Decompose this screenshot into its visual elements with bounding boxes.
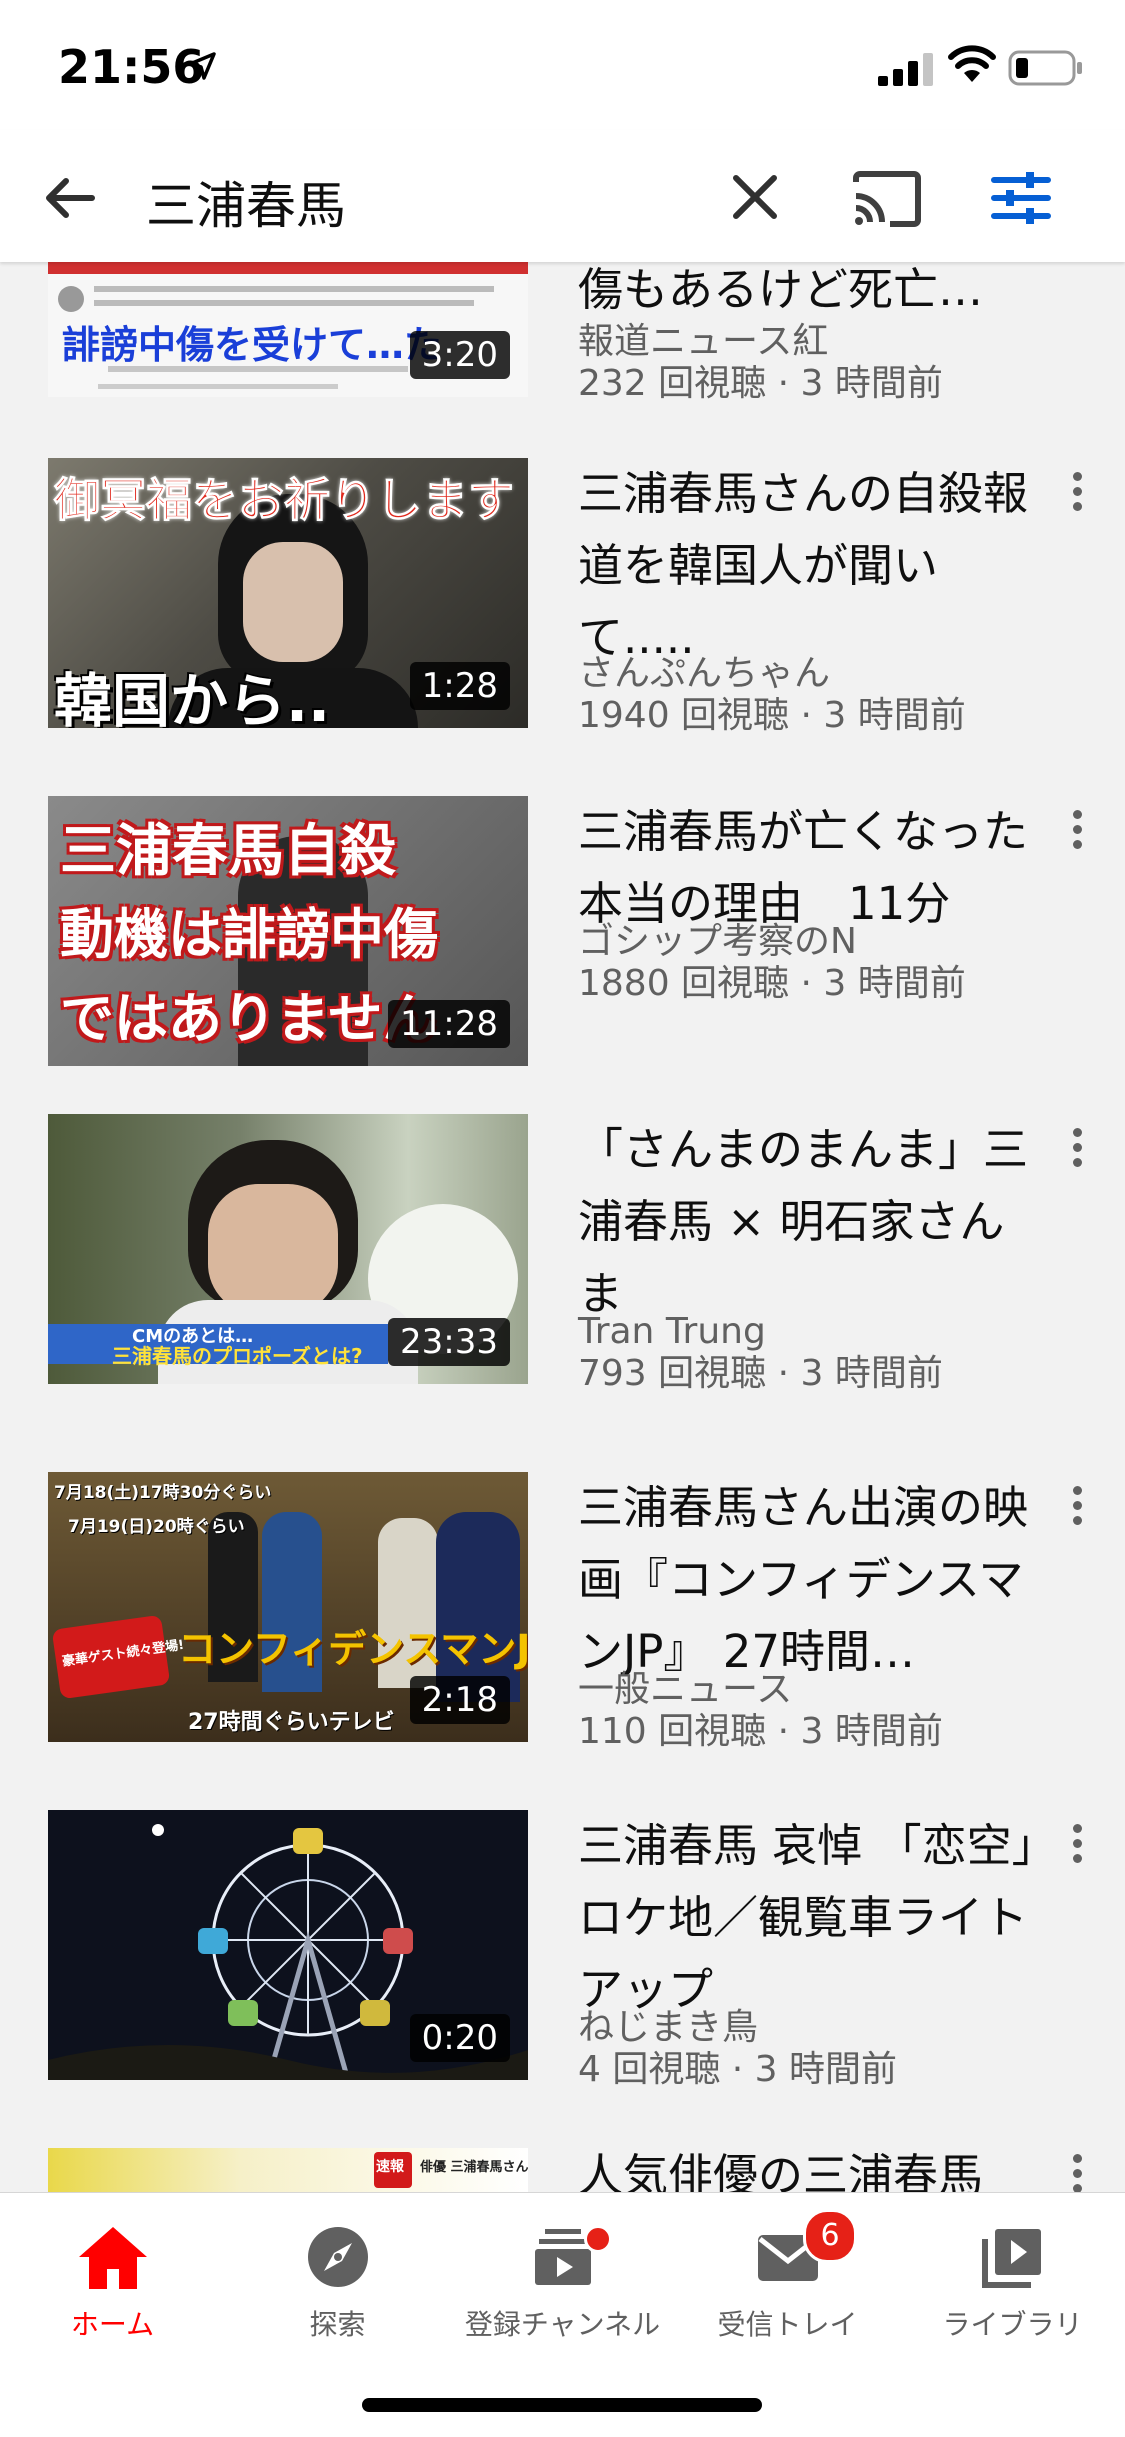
video-title[interactable]: 三浦春馬さんの自殺報道を韓国人が聞いて..... — [578, 458, 1038, 674]
status-time: 21:56 — [58, 40, 205, 94]
video-duration: 1:28 — [409, 662, 510, 710]
video-channel: Tran Trung — [578, 1311, 766, 1352]
video-title[interactable]: 三浦春馬さん出演の映画『コンフィデンスマンJP』 27時間… — [578, 1472, 1038, 1688]
video-item[interactable]: 0:20 三浦春馬 哀悼 「恋空」ロケ地／観覧車ライトアップ ねじまき鳥 4 回… — [0, 1810, 1125, 2100]
thumbnail-caption: 御冥福をお祈りします — [54, 473, 515, 528]
video-thumbnail[interactable]: 0:20 — [48, 1810, 528, 2080]
back-arrow-icon[interactable] — [40, 168, 100, 228]
location-arrow-icon — [188, 52, 216, 80]
cellular-signal-icon — [878, 53, 933, 86]
video-stats: 110 回視聴 · 3 時間前 — [578, 1711, 943, 1752]
nav-explore[interactable]: 探索 — [225, 2217, 450, 2343]
video-thumbnail[interactable]: 三浦春馬自殺 動機は誹謗中傷 ではありません 11:28 — [48, 796, 528, 1066]
explore-icon — [307, 2227, 368, 2287]
thumbnail-caption: 7月19(日)20時ぐらい — [68, 1517, 245, 1537]
video-title[interactable]: 傷もあるけど死亡… — [578, 262, 1038, 326]
thumbnail-caption: ではありません — [60, 987, 437, 1050]
video-channel: 報道ニュース紅 — [578, 321, 829, 362]
video-stats: 4 回視聴 · 3 時間前 — [578, 2049, 898, 2090]
thumbnail-caption: 三浦春馬のプロポーズとは? — [112, 1344, 363, 1368]
video-duration: 2:18 — [409, 1676, 510, 1724]
more-options-icon[interactable] — [1062, 466, 1092, 526]
video-channel: さんぷんちゃん — [578, 653, 831, 694]
video-title[interactable]: 三浦春馬が亡くなった本当の理由 11分 — [578, 796, 1038, 940]
home-icon — [78, 2227, 147, 2289]
wifi-icon — [948, 45, 996, 82]
search-query[interactable]: 三浦春馬 — [146, 166, 346, 238]
video-thumbnail[interactable]: 7月18(土)17時30分ぐらい 7月19(日)20時ぐらい コンフィデンスマン… — [48, 1472, 528, 1742]
video-title[interactable]: 人気俳優の三浦春馬 — [578, 2140, 1038, 2192]
video-item[interactable]: 御冥福をお祈りします 韓国から.. 1:28 三浦春馬さんの自殺報道を韓国人が聞… — [0, 458, 1125, 748]
new-content-dot — [584, 2225, 612, 2253]
nav-label: 受信トレイ — [717, 2308, 858, 2341]
status-bar: 21:56 — [0, 0, 1125, 130]
thumbnail-caption: 速報 — [376, 2159, 404, 2175]
cast-icon[interactable] — [852, 170, 922, 228]
thumbnail-caption: 7月18(土)17時30分ぐらい — [54, 1483, 272, 1503]
nav-label: ライブラリ — [942, 2308, 1083, 2341]
home-indicator[interactable] — [362, 2398, 762, 2412]
video-thumbnail[interactable]: 御冥福をお祈りします 韓国から.. 1:28 — [48, 458, 528, 728]
inbox-badge: 6 — [803, 2209, 857, 2263]
thumbnail-caption: 豪華ゲスト続々登場! — [61, 1637, 186, 1670]
video-thumbnail[interactable]: 速報 俳優 三浦春馬さん(30)死亡 — [48, 2148, 528, 2192]
thumbnail-caption: 27時間ぐらいテレビ — [188, 1710, 395, 1735]
video-item[interactable]: 誹謗中傷を受けて…た 3:20 傷もあるけど死亡… 報道ニュース紅 232 回視… — [0, 262, 1125, 422]
thumbnail-caption: 韓国から.. — [54, 667, 331, 728]
nav-label: ホーム — [70, 2308, 155, 2341]
library-icon — [981, 2229, 1041, 2288]
video-stats: 1940 回視聴 · 3 時間前 — [578, 695, 966, 736]
video-duration: 23:33 — [388, 1318, 510, 1366]
nav-subscriptions[interactable]: 登録チャンネル — [450, 2217, 675, 2343]
video-channel: ゴシップ考察のN — [578, 921, 857, 962]
video-item[interactable]: CMのあとは… 三浦春馬のプロポーズとは? 23:33 「さんまのまんま」三浦春… — [0, 1114, 1125, 1404]
video-stats: 232 回視聴 · 3 時間前 — [578, 363, 943, 404]
thumbnail-caption: 動機は誹謗中傷 — [60, 903, 438, 966]
clear-search-icon[interactable] — [730, 172, 780, 222]
video-duration: 3:20 — [409, 331, 510, 379]
nav-inbox[interactable]: 6 受信トレイ — [675, 2209, 900, 2343]
video-stats: 1880 回視聴 · 3 時間前 — [578, 963, 966, 1004]
more-options-icon[interactable] — [1062, 1818, 1092, 1878]
search-header: 三浦春馬 — [0, 130, 1125, 262]
video-item[interactable]: 7月18(土)17時30分ぐらい 7月19(日)20時ぐらい コンフィデンスマン… — [0, 1472, 1125, 1762]
battery-icon — [1008, 50, 1082, 86]
thumbnail-caption: 三浦春馬自殺 — [60, 819, 396, 884]
nav-library[interactable]: ライブラリ — [900, 2217, 1125, 2343]
video-channel: ねじまき鳥 — [578, 2007, 759, 2048]
video-duration: 11:28 — [388, 1000, 510, 1048]
more-options-icon[interactable] — [1062, 1122, 1092, 1182]
search-results-list: 誹謗中傷を受けて…た 3:20 傷もあるけど死亡… 報道ニュース紅 232 回視… — [0, 262, 1125, 2192]
video-thumbnail[interactable]: CMのあとは… 三浦春馬のプロポーズとは? 23:33 — [48, 1114, 528, 1384]
more-options-icon[interactable] — [1062, 804, 1092, 864]
more-options-icon[interactable] — [1062, 2148, 1092, 2192]
video-duration: 0:20 — [409, 2014, 510, 2062]
video-item[interactable]: 速報 俳優 三浦春馬さん(30)死亡 人気俳優の三浦春馬 — [0, 2148, 1125, 2192]
thumbnail-caption: コンフィデンスマンJP — [178, 1627, 528, 1671]
more-options-icon[interactable] — [1062, 1480, 1092, 1540]
video-title[interactable]: 三浦春馬 哀悼 「恋空」ロケ地／観覧車ライトアップ — [578, 1810, 1038, 2026]
video-stats: 793 回視聴 · 3 時間前 — [578, 1353, 943, 1394]
nav-label: 登録チャンネル — [464, 2308, 661, 2341]
filter-icon[interactable] — [990, 170, 1052, 226]
video-thumbnail[interactable]: 誹謗中傷を受けて…た 3:20 — [48, 262, 528, 397]
nav-home[interactable]: ホーム — [0, 2217, 225, 2343]
nav-label: 探索 — [309, 2308, 366, 2341]
video-channel: 一般ニュース — [578, 1669, 793, 1710]
video-item[interactable]: 三浦春馬自殺 動機は誹謗中傷 ではありません 11:28 三浦春馬が亡くなった本… — [0, 796, 1125, 1086]
video-title[interactable]: 「さんまのまんま」三浦春馬 × 明石家さんま — [578, 1114, 1038, 1330]
thumbnail-caption: 俳優 三浦春馬さん(30)死亡 — [420, 2160, 528, 2175]
guest-burst-badge: 豪華ゲスト続々登場! — [51, 1614, 185, 1700]
thumbnail-caption: 誹謗中傷を受けて…た — [62, 323, 443, 367]
